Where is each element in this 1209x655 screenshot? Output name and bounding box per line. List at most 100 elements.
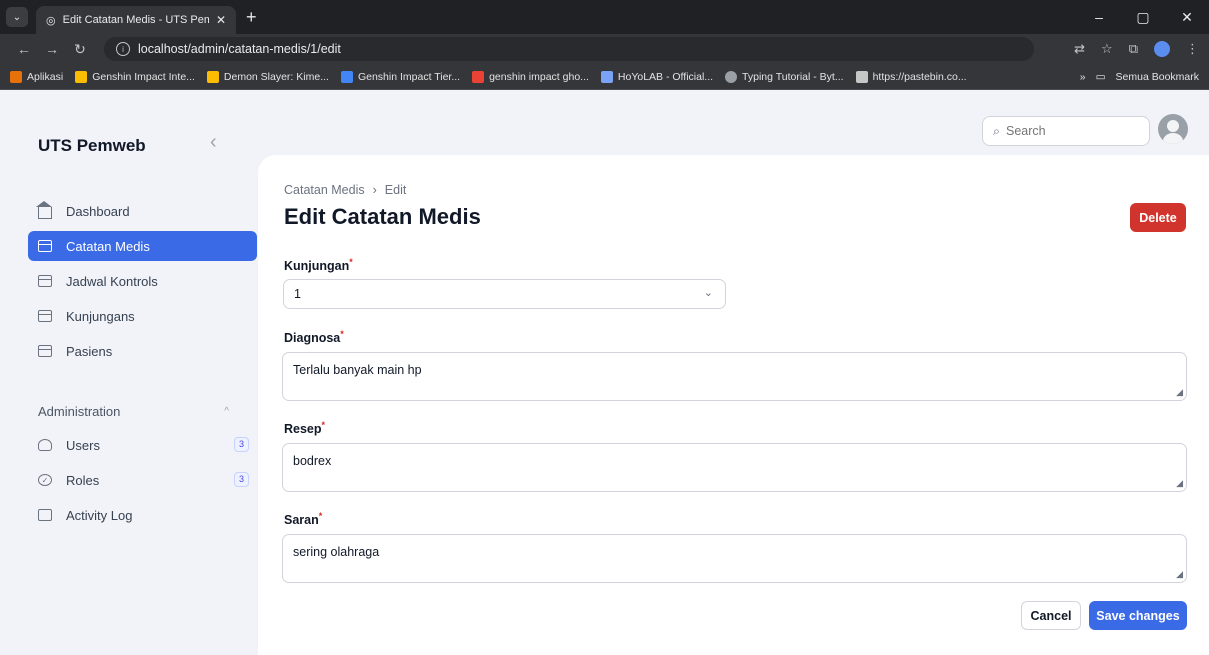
sidebar-item-label: Catatan Medis [66,238,150,254]
site-info-icon[interactable]: i [116,42,130,56]
favicon-icon [600,70,613,83]
tab-search-button[interactable]: ⌄ [6,7,28,27]
profile-icon[interactable] [1154,41,1170,57]
sidebar-item-jadwal-kontrols[interactable]: Jadwal Kontrols [28,266,257,296]
diagnosa-label: Diagnosa* [284,329,344,346]
new-tab-button[interactable]: + [246,7,257,28]
count-badge: 3 [234,472,249,487]
users-icon [38,439,52,451]
sidebar-item-label: Pasiens [66,343,113,359]
resep-value: bodrex [293,454,332,468]
sidebar-item-users[interactable]: Users 3 [28,430,257,460]
bookmarks-bar: Aplikasi Genshin Impact Inte... Demon Sl… [0,64,1209,90]
sidebar-item-dashboard[interactable]: Dashboard [28,196,257,226]
search-icon: ⌕ [993,123,1001,138]
maximize-icon[interactable]: ▢ [1121,9,1165,26]
collapse-sidebar-icon[interactable]: ‹ [210,131,217,154]
sidebar-item-activity-log[interactable]: Activity Log [28,500,257,530]
archive-icon [38,275,52,287]
breadcrumb: Catatan Medis › Edit [284,183,406,197]
page-title: Edit Catatan Medis [284,204,481,229]
archive-icon [38,310,52,322]
extensions-icon[interactable]: ⧉ [1129,41,1138,57]
resize-handle-icon[interactable]: ◢ [1176,569,1183,580]
browser-toolbar: ← → ↻ i localhost/admin/catatan-medis/1/… [0,34,1209,64]
sidebar-item-label: Jadwal Kontrols [66,273,158,289]
cancel-button[interactable]: Cancel [1021,601,1081,630]
sidebar-item-pasiens[interactable]: Pasiens [28,336,257,366]
breadcrumb-link[interactable]: Catatan Medis [284,183,365,197]
resize-handle-icon[interactable]: ◢ [1176,387,1183,398]
kunjungan-label: Kunjungan* [284,257,353,274]
close-window-icon[interactable]: ✕ [1165,9,1209,26]
toolbar-actions: ⇄ ☆ ⧉ ⋮ [1074,34,1199,64]
apps-grid-icon [10,70,22,83]
bookmark-item[interactable]: Genshin Impact Tier... [340,70,460,83]
folder-icon: ▭ [1095,71,1106,83]
bookmarks-right: » ▭ Semua Bookmark [1071,64,1199,89]
globe-icon [725,70,738,83]
breadcrumb-current: Edit [384,183,407,197]
shield-check-icon: ✓ [38,474,52,486]
bookmark-item[interactable]: HoYoLAB - Official... [600,70,713,83]
document-icon [38,509,52,521]
kunjungan-select[interactable]: 1 ⌄ [283,279,726,309]
diagnosa-textarea[interactable]: Terlalu banyak main hp ◢ [282,352,1187,401]
bookmark-apps[interactable]: Aplikasi [10,70,63,83]
diagnosa-value: Terlalu banyak main hp [293,363,422,377]
sidebar-item-catatan-medis[interactable]: Catatan Medis [28,231,257,261]
user-avatar[interactable] [1158,114,1188,144]
menu-icon[interactable]: ⋮ [1186,41,1199,57]
chevron-up-icon[interactable]: ^ [224,406,229,417]
back-icon[interactable]: ← [10,41,38,57]
bookmark-item[interactable]: https://pastebin.co... [855,70,967,83]
kunjungan-value: 1 [294,287,301,301]
browser-tab[interactable]: ◎ Edit Catatan Medis - UTS Pemw ✕ [36,6,236,34]
resep-label: Resep* [284,420,326,437]
saran-value: sering olahraga [293,545,380,559]
sidebar-item-label: Users [66,437,100,453]
address-bar[interactable]: i localhost/admin/catatan-medis/1/edit [104,37,1034,61]
home-icon [36,201,52,219]
globe-icon: ◎ [46,14,56,27]
saran-textarea[interactable]: sering olahraga ◢ [282,534,1187,583]
resize-handle-icon[interactable]: ◢ [1176,478,1183,489]
bookmark-star-icon[interactable]: ☆ [1101,41,1113,57]
bookmark-item[interactable]: Genshin Impact Inte... [75,70,195,83]
sidebar-group-administration[interactable]: Administration ^ [28,396,257,426]
sidebar-item-label: Roles [66,472,100,488]
sidebar-item-kunjungans[interactable]: Kunjungans [28,301,257,331]
bookmark-item[interactable]: Typing Tutorial - Byt... [725,70,844,83]
favicon-icon [340,70,353,83]
main-panel: Catatan Medis › Edit Edit Catatan Medis De… [258,155,1209,655]
resep-textarea[interactable]: bodrex ◢ [282,443,1187,492]
all-bookmarks-link[interactable]: Semua Bookmark [1116,71,1199,83]
chevron-down-icon: ⌄ [703,287,713,299]
sidebar-group-label: Administration [38,403,121,419]
delete-button[interactable]: Delete [1130,203,1186,232]
favicon-icon [855,70,868,83]
reload-icon[interactable]: ↻ [66,41,94,58]
count-badge: 3 [234,437,249,452]
youtube-icon [472,70,485,83]
forward-icon[interactable]: → [38,41,66,57]
bookmark-item[interactable]: Demon Slayer: Kime... [206,70,329,83]
translate-icon[interactable]: ⇄ [1074,41,1085,57]
sidebar-item-roles[interactable]: ✓ Roles 3 [28,465,257,495]
search-input[interactable] [1006,124,1127,138]
bookmark-item[interactable]: genshin impact gho... [472,70,589,83]
bookmarks-overflow-button[interactable]: » [1080,71,1086,83]
close-tab-icon[interactable]: ✕ [216,13,226,27]
sidebar-nav: Dashboard Catatan Medis Jadwal Kontrols … [28,196,257,535]
search-box[interactable]: ⌕ [982,116,1150,146]
brand-title[interactable]: UTS Pemweb [38,136,146,156]
saran-label: Saran* [284,511,323,528]
save-changes-button[interactable]: Save changes [1089,601,1187,630]
sidebar-item-label: Dashboard [66,203,130,219]
tab-title: Edit Catatan Medis - UTS Pemw [62,14,209,26]
sidebar-item-label: Kunjungans [66,308,135,324]
minimize-icon[interactable]: – [1077,9,1121,25]
favicon-icon [75,70,88,83]
sidebar: UTS Pemweb ‹ Dashboard Catatan Medis Jad… [0,91,258,655]
url-text: localhost/admin/catatan-medis/1/edit [138,42,341,56]
